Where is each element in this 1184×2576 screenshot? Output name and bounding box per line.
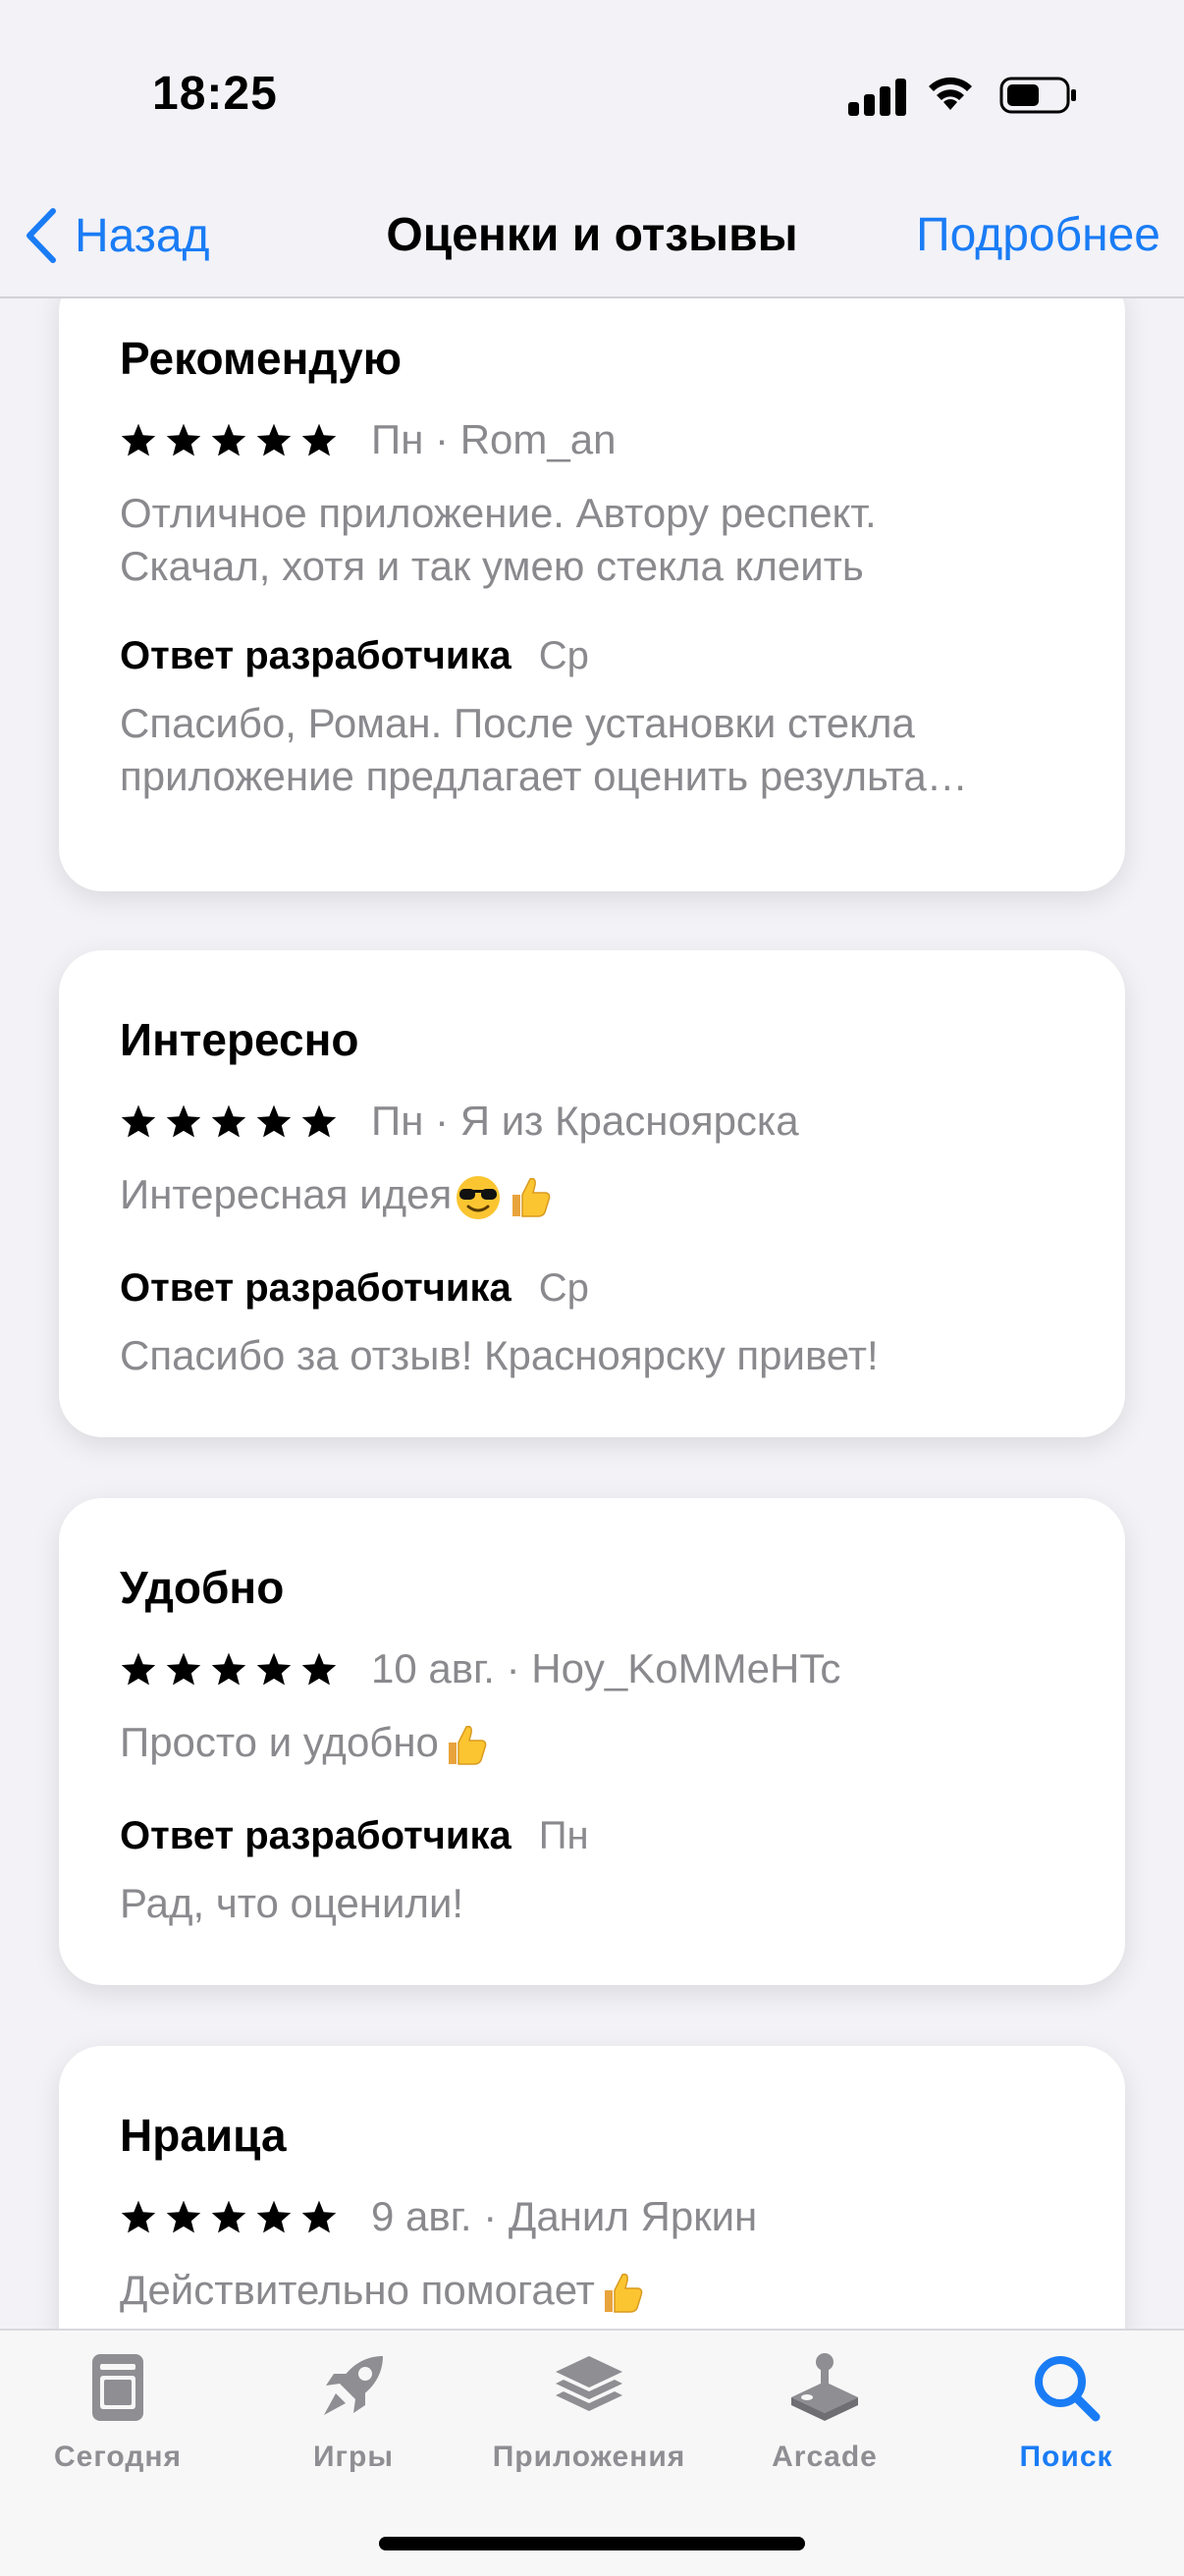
review-title: Рекомендую	[120, 333, 403, 384]
review-date-author: Пн · Rom_an	[371, 416, 617, 462]
star-icon	[166, 2200, 201, 2233]
rating-stars	[120, 1103, 346, 1139]
rating-stars	[120, 422, 346, 457]
tab-apps[interactable]: Приложения	[471, 2350, 707, 2474]
star-icon	[256, 1104, 292, 1138]
star-icon	[166, 1104, 201, 1138]
thumbs-up-icon	[512, 1177, 551, 1217]
sunglasses-face-icon	[457, 1175, 501, 1219]
review-card[interactable]: Рекомендую Пн · Rom_an Отличное приложен…	[59, 298, 1125, 891]
thumbs-up-icon	[448, 1725, 487, 1765]
review-text: Отличное приложение. Автору респект. Ска…	[120, 487, 1062, 593]
review-meta: Пн · Rom_an	[120, 416, 616, 463]
review-date-author: Пн · Я из Красноярска	[371, 1098, 799, 1144]
developer-response-label: Ответ разработчика	[120, 1266, 511, 1310]
star-icon	[166, 1652, 201, 1686]
status-time: 18:25	[152, 68, 278, 120]
review-card[interactable]: Нраица 9 авг. · Данил Яркин Действительн…	[59, 2046, 1125, 2331]
developer-response-text: Рад, что оценили!	[120, 1880, 464, 1926]
tab-label: Сегодня	[53, 2441, 183, 2473]
tab-today[interactable]: Сегодня	[0, 2350, 236, 2474]
review-text: Интересная идея	[120, 1168, 1062, 1222]
developer-response-line: приложение предлагает оценить результа…	[120, 753, 968, 799]
star-icon	[121, 423, 156, 456]
review-date-author: 10 авг. · Hoy_KoMMeHTc	[371, 1645, 841, 1691]
review-text: Действительно помогает	[120, 2264, 1062, 2318]
review-meta: 10 авг. · Hoy_KoMMeHTc	[120, 1645, 840, 1692]
tab-label: Поиск	[1019, 2441, 1113, 2473]
tab-search[interactable]: Поиск	[948, 2350, 1184, 2474]
status-bar: 18:25	[0, 0, 1184, 187]
star-icon	[301, 1652, 337, 1686]
star-icon	[211, 423, 246, 456]
review-text-line: Отличное приложение. Автору респект.	[120, 490, 877, 536]
developer-response-label: Ответ разработчика	[120, 1814, 511, 1857]
thumbs-up-icon	[604, 2273, 643, 2313]
star-icon	[256, 2200, 292, 2233]
star-icon	[301, 1104, 337, 1138]
star-icon	[121, 1104, 156, 1138]
review-date-author: 9 авг. · Данил Яркин	[371, 2193, 758, 2239]
developer-response-header: Ответ разработчика Пн	[120, 1814, 589, 1858]
review-card[interactable]: Удобно 10 авг. · Hoy_KoMMeHTc Просто и у…	[59, 1498, 1125, 1985]
rocket-icon	[324, 2356, 383, 2415]
developer-response-text: Спасибо за отзыв! Красноярску привет!	[120, 1332, 879, 1378]
developer-response-date: Ср	[538, 634, 589, 677]
review-text-content: Просто и удобно	[120, 1719, 439, 1765]
star-icon	[211, 2200, 246, 2233]
reviews-list: Рекомендую Пн · Rom_an Отличное приложен…	[0, 298, 1184, 2331]
review-title: Интересно	[120, 1014, 359, 1065]
star-icon	[211, 1104, 246, 1138]
today-icon	[92, 2354, 143, 2421]
tab-label: Игры	[312, 2441, 394, 2473]
battery-icon	[999, 77, 1076, 114]
review-text: Просто и удобно	[120, 1716, 1062, 1770]
joystick-icon	[791, 2353, 858, 2421]
star-icon	[256, 1652, 292, 1686]
developer-response-label: Ответ разработчика	[120, 634, 511, 677]
rating-stars	[120, 2199, 346, 2234]
star-icon	[301, 2200, 337, 2233]
apps-stack-icon	[556, 2356, 622, 2411]
cellular-signal-icon	[848, 77, 907, 116]
star-icon	[256, 423, 292, 456]
wifi-icon	[929, 77, 972, 110]
tab-games[interactable]: Игры	[236, 2350, 471, 2474]
more-button[interactable]: Подробнее	[916, 206, 1160, 265]
search-icon	[1035, 2356, 1101, 2422]
tab-label: Приложения	[492, 2441, 686, 2473]
star-icon	[121, 2200, 156, 2233]
star-icon	[301, 423, 337, 456]
review-meta: 9 авг. · Данил Яркин	[120, 2193, 757, 2240]
developer-response-text: Спасибо, Роман. После установки стекла п…	[120, 697, 1062, 803]
star-icon	[166, 423, 201, 456]
review-meta: Пн · Я из Красноярска	[120, 1098, 799, 1145]
home-indicator[interactable]	[379, 2537, 805, 2550]
developer-response-header: Ответ разработчика Ср	[120, 634, 589, 678]
tab-arcade[interactable]: Arcade	[707, 2350, 942, 2474]
review-text-line: Скачал, хотя и так умею стекла клеить	[120, 543, 864, 589]
developer-response-date: Пн	[538, 1814, 589, 1857]
review-text-content: Действительно помогает	[120, 2267, 595, 2313]
review-card[interactable]: Интересно Пн · Я из Красноярска Интересн…	[59, 950, 1125, 1437]
review-text-content: Интересная идея	[120, 1171, 453, 1217]
developer-response-date: Ср	[538, 1266, 589, 1310]
developer-response-line: Спасибо, Роман. После установки стекла	[120, 700, 915, 746]
tab-label: Arcade	[772, 2441, 878, 2473]
review-title: Удобно	[120, 1562, 285, 1613]
developer-response-header: Ответ разработчика Ср	[120, 1266, 589, 1311]
star-icon	[121, 1652, 156, 1686]
rating-stars	[120, 1651, 346, 1687]
review-title: Нраица	[120, 2110, 287, 2161]
navigation-bar: Назад Оценки и отзывы Подробнее	[0, 187, 1184, 298]
star-icon	[211, 1652, 246, 1686]
